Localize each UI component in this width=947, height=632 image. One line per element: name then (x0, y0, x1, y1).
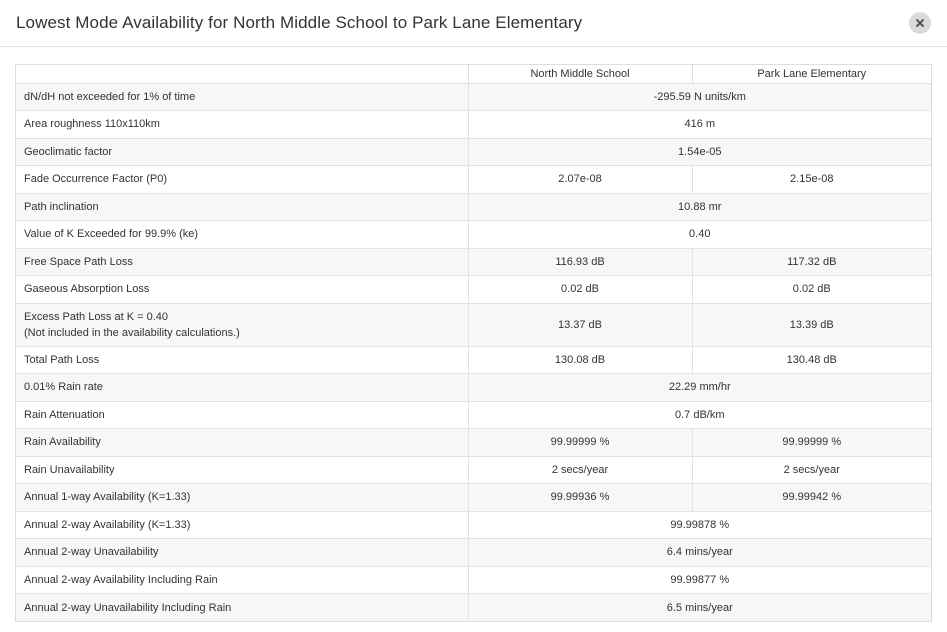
row-label: Rain Availability (16, 428, 468, 456)
row-label-text: Annual 2-way Availability Including Rain (24, 573, 218, 586)
row-value-site-b: 130.48 dB (691, 345, 931, 374)
row-label-text: dN/dH not exceeded for 1% of time (24, 90, 196, 103)
modal-title: Lowest Mode Availability for North Middl… (16, 13, 583, 32)
row-label-note: (Not included in the availability calcul… (24, 326, 240, 339)
table-row: Annual 1-way Availability (K=1.33) 99.999… (16, 483, 931, 511)
row-value-shared: 22.29 mm/hr (467, 373, 931, 401)
row-label: Rain Unavailability (16, 455, 468, 484)
row-value-site-b: 117.32 dB (691, 247, 931, 276)
row-value-shared: 99.99877 % (467, 565, 931, 594)
table-row: Fade Occurrence Factor (P0) 2.07e-08 2.15e… (16, 165, 931, 193)
close-button[interactable] (909, 12, 931, 34)
table-row: Geoclimatic factor 1.54e-05 (16, 137, 931, 166)
row-label-text: Rain Availability (24, 436, 101, 449)
row-label-text: Area roughness 110x110km (24, 118, 160, 131)
row-value-shared: 0.40 (467, 220, 931, 248)
row-value-shared: 1.54e-05 (467, 137, 931, 166)
row-label-text: Rain Unavailability (24, 463, 115, 476)
row-label-text: Annual 2-way Unavailability Including Ra… (24, 601, 232, 614)
row-label: Annual 2-way Availability Including Rain (16, 565, 468, 594)
row-label-text: Annual 2-way Availability (K=1.33) (24, 518, 191, 531)
row-label: Rain Attenuation (16, 400, 468, 429)
table-row: Rain Attenuation 0.7 dB/km (16, 400, 931, 429)
row-value-shared: -295.59 N units/km (467, 83, 931, 111)
row-label-text: Fade Occurrence Factor (P0) (24, 173, 168, 186)
row-label: dN/dH not exceeded for 1% of time (16, 83, 468, 111)
header-site-a: North Middle School (467, 65, 692, 84)
table-row: Free Space Path Loss 116.93 dB 117.32 dB (16, 247, 931, 276)
row-value-shared: 0.7 dB/km (467, 400, 931, 429)
table-row: dN/dH not exceeded for 1% of time -295.59… (16, 83, 931, 111)
table-row: Annual 2-way Availability Including Rain… (16, 565, 931, 594)
table-row: Rain Unavailability 2 secs/year 2 secs/yea… (16, 455, 931, 484)
table-row: 0.01% Rain rate 22.29 mm/hr (16, 373, 931, 401)
row-value-site-b: 99.99942 % (691, 483, 931, 511)
row-label-text: Annual 2-way Unavailability (24, 546, 159, 559)
row-label: Annual 2-way Availability (K=1.33) (16, 510, 468, 539)
row-value-site-a: 2 secs/year (467, 455, 692, 484)
row-value-shared: 416 m (467, 110, 931, 138)
row-label-text: Excess Path Loss at K = 0.40 (24, 310, 168, 323)
table-row: Excess Path Loss at K = 0.40 (Not include… (16, 302, 931, 346)
table-row: Total Path Loss 130.08 dB 130.48 dB (16, 345, 931, 374)
table-row: Path inclination 10.88 mr (16, 192, 931, 221)
row-value-shared: 99.99878 % (467, 510, 931, 539)
row-label: Annual 2-way Unavailability (16, 538, 468, 566)
row-label: Annual 1-way Availability (K=1.33) (16, 483, 468, 511)
availability-table: North Middle School Park Lane Elementary… (15, 64, 932, 622)
row-label-text: Rain Attenuation (24, 408, 105, 421)
row-label: Area roughness 110x110km (16, 110, 468, 138)
row-label-text: Annual 1-way Availability (K=1.33) (24, 491, 191, 504)
table-row: Area roughness 110x110km 416 m (16, 110, 931, 138)
row-value-site-b: 99.99999 % (691, 428, 931, 456)
row-value-shared: 6.5 mins/year (467, 593, 931, 621)
row-label-text: Path inclination (24, 200, 99, 213)
table-row: Rain Availability 99.99999 % 99.99999 % (16, 428, 931, 456)
row-label-text: Value of K Exceeded for 99.9% (ke) (24, 228, 199, 241)
row-value-site-b: 2 secs/year (691, 455, 931, 484)
table-row: Gaseous Absorption Loss 0.02 dB 0.02 dB (16, 275, 931, 303)
row-value-site-a: 99.99999 % (467, 428, 692, 456)
row-label: Excess Path Loss at K = 0.40 (Not include… (16, 302, 468, 346)
row-label: Geoclimatic factor (16, 137, 468, 166)
row-value-site-a: 13.37 dB (467, 302, 692, 346)
row-value-site-b: 2.15e-08 (691, 165, 931, 193)
header-site-b: Park Lane Elementary (691, 65, 931, 84)
row-label-text: Gaseous Absorption Loss (24, 283, 150, 296)
row-value-site-b: 0.02 dB (691, 275, 931, 303)
row-value-site-a: 0.02 dB (467, 275, 692, 303)
header-label-column (16, 65, 468, 84)
row-value-shared: 10.88 mr (467, 192, 931, 221)
row-label: Annual 2-way Unavailability Including Ra… (16, 593, 468, 621)
row-value-shared: 6.4 mins/year (467, 538, 931, 566)
table-row: Annual 2-way Unavailability Including Ra… (16, 593, 931, 621)
row-label: Gaseous Absorption Loss (16, 275, 468, 303)
row-label: Fade Occurrence Factor (P0) (16, 165, 468, 193)
row-label-text: 0.01% Rain rate (24, 381, 103, 394)
row-label-text: Free Space Path Loss (24, 255, 133, 268)
modal-header: Lowest Mode Availability for North Middl… (0, 0, 947, 47)
row-label: Path inclination (16, 192, 468, 221)
row-label: 0.01% Rain rate (16, 373, 468, 401)
row-value-site-b: 13.39 dB (691, 302, 931, 346)
row-label: Value of K Exceeded for 99.9% (ke) (16, 220, 468, 248)
row-label-text: Total Path Loss (24, 353, 100, 366)
row-label-text: Geoclimatic factor (24, 145, 113, 158)
row-label: Total Path Loss (16, 345, 468, 374)
row-value-site-a: 2.07e-08 (467, 165, 692, 193)
row-value-site-a: 99.99936 % (467, 483, 692, 511)
close-icon (916, 19, 924, 27)
row-label: Free Space Path Loss (16, 247, 468, 276)
table-body: dN/dH not exceeded for 1% of time -295.59… (16, 83, 931, 621)
row-value-site-a: 116.93 dB (467, 247, 692, 276)
table-row: Annual 2-way Unavailability 6.4 mins/year (16, 538, 931, 566)
table-row: Annual 2-way Availability (K=1.33) 99.998… (16, 510, 931, 539)
table-header-row: North Middle School Park Lane Elementary (16, 65, 931, 84)
table-row: Value of K Exceeded for 99.9% (ke) 0.40 (16, 220, 931, 248)
row-value-site-a: 130.08 dB (467, 345, 692, 374)
